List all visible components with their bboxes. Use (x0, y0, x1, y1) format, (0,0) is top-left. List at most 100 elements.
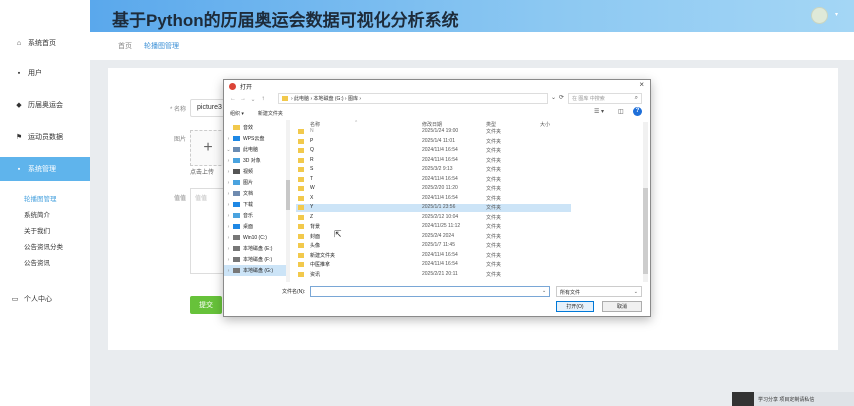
tree-item[interactable]: › 本地磁盘 (G:) (224, 265, 286, 276)
preview-pane-icon[interactable]: ◫ (618, 108, 624, 115)
expand-caret-icon[interactable]: › (224, 224, 233, 230)
column-header-date[interactable]: 修改日期 (422, 121, 442, 128)
tree-item[interactable]: › 3D 对象 (224, 155, 286, 166)
tree-item[interactable]: › 图片 (224, 177, 286, 188)
file-type: 文件夹 (486, 138, 502, 145)
column-header-type[interactable]: 类型 (486, 121, 496, 128)
tree-item-label: 3D 对象 (243, 158, 261, 164)
column-header-name[interactable]: 名称 (310, 121, 320, 128)
expand-caret-icon[interactable]: › (224, 136, 233, 142)
up-icon[interactable]: ↑ (258, 96, 268, 102)
file-row[interactable]: 资讯 2025/2/21 20:11 文件夹 (296, 271, 571, 279)
tree-item[interactable]: 音效 (224, 122, 286, 133)
file-row[interactable]: S 2025/3/2 9:13 文件夹 (296, 166, 571, 174)
tree-item[interactable]: › 本地磁盘 (F:) (224, 254, 286, 265)
file-row[interactable]: 头像 2025/1/7 11:45 文件夹 (296, 242, 571, 250)
recent-dropdown-icon[interactable]: ⌄ (248, 96, 258, 103)
cancel-button[interactable]: 取消 (602, 301, 642, 312)
drive-folder-icon (233, 191, 240, 196)
upload-hint: 点击上传 (190, 170, 215, 176)
expand-caret-icon[interactable]: › (224, 213, 233, 219)
expand-caret-icon[interactable]: › (224, 191, 233, 197)
tree-item-label: 图片 (243, 180, 254, 186)
tree-item[interactable]: › 视频 (224, 166, 286, 177)
sidebar-subitem-intro[interactable]: 系统简介 (0, 206, 90, 222)
file-date: 2024/11/25 11:12 (422, 223, 461, 229)
file-row[interactable]: T 2024/11/4 16:54 文件夹 (296, 176, 571, 184)
expand-caret-icon[interactable]: › (224, 158, 233, 164)
file-list-scrollbar-thumb[interactable] (643, 188, 648, 274)
caret-down-icon[interactable]: ▾ (835, 11, 838, 18)
tree-item[interactable]: › 文档 (224, 188, 286, 199)
forward-icon[interactable]: → (238, 96, 248, 102)
sidebar-subitem-about[interactable]: 关于我们 (0, 222, 90, 238)
sidebar-item-olympics[interactable]: ◆ 历届奥运会 (0, 94, 90, 116)
file-row[interactable]: N 2025/1/24 19:00 文件夹 (296, 128, 571, 136)
open-button[interactable]: 打开(O) (556, 301, 594, 312)
filetype-select[interactable]: 所有文件 ⌄ (556, 286, 642, 297)
new-folder-button[interactable]: 新建文件夹 (258, 110, 283, 117)
file-date: 2024/11/4 16:54 (422, 194, 458, 201)
help-icon[interactable]: ? (633, 107, 642, 116)
expand-caret-icon[interactable]: › (224, 246, 233, 252)
expand-caret-icon[interactable]: › (224, 257, 233, 263)
tree-item[interactable]: › Win10 (C:) (224, 232, 286, 243)
sidebar-item-users[interactable]: ▪ 用户 (0, 62, 90, 84)
drive-folder-icon (233, 125, 240, 130)
search-input[interactable]: 在 图库 中搜索 ⌕ (568, 93, 642, 104)
file-date: 2024/11/4 16:54 (422, 147, 458, 153)
expand-caret-icon[interactable]: › (224, 180, 233, 186)
close-icon[interactable]: × (639, 80, 644, 89)
tree-item[interactable]: › 本地磁盘 (E:) (224, 243, 286, 254)
folder-icon (298, 224, 304, 229)
submit-button[interactable]: 提交 (190, 296, 222, 314)
sidebar-subitem-news[interactable]: 公告资讯 (0, 254, 90, 270)
address-bar[interactable]: › 此电脑 › 本地磁盘 (G:) › 图库 › (278, 93, 548, 104)
expand-caret-icon[interactable]: › (224, 202, 233, 208)
tree-item[interactable]: ⌄ 此电脑 (224, 144, 286, 155)
tree-item[interactable]: › WPS云盘 (224, 133, 286, 144)
breadcrumb-home[interactable]: 首页 (118, 41, 132, 51)
file-row[interactable]: R 2024/11/4 16:54 文件夹 (296, 157, 571, 165)
expand-caret-icon[interactable]: › (224, 268, 233, 274)
sidebar-item-profile[interactable]: ▭ 个人中心 (0, 288, 90, 310)
file-name: 头像 (310, 243, 321, 249)
address-dropdown-icon[interactable]: ⌄ (551, 94, 556, 101)
file-row[interactable]: P 2025/1/4 11:01 文件夹 (296, 138, 571, 146)
filename-input[interactable] (310, 286, 550, 297)
tree-item[interactable]: › 桌面 (224, 221, 286, 232)
sidebar-item-athletes[interactable]: ⚑ 运动员数据 (0, 126, 90, 148)
file-name: R (310, 156, 314, 163)
file-row[interactable]: Y 2025/1/1 23:56 文件夹 (296, 204, 571, 212)
drive-folder-icon (233, 246, 240, 251)
tree-scrollbar-thumb[interactable] (286, 180, 290, 210)
sidebar-item-system[interactable]: ▪ 系统管理 (0, 157, 90, 181)
organize-button[interactable]: 组织 ▾ (230, 110, 244, 117)
file-type: 文件夹 (486, 224, 502, 230)
file-row[interactable]: X 2024/11/4 16:54 文件夹 (296, 195, 571, 203)
file-name: N (310, 128, 314, 134)
file-row[interactable]: 中医推拿 2024/11/4 16:54 文件夹 (296, 261, 571, 269)
expand-caret-icon[interactable]: › (224, 169, 233, 175)
column-header-size[interactable]: 大小 (540, 121, 550, 128)
sidebar-item-home[interactable]: ⌂ 系统首页 (0, 32, 90, 54)
back-icon[interactable]: ← (228, 96, 238, 102)
sidebar-subitem-carousel[interactable]: 轮播图管理 (0, 190, 90, 206)
upload-image-button[interactable]: + (190, 130, 226, 166)
tree-item[interactable]: › 下载 (224, 199, 286, 210)
file-row[interactable]: Z 2025/2/12 10:04 文件夹 (296, 214, 571, 222)
folder-icon (298, 157, 304, 163)
sidebar-subitem-news-category[interactable]: 公告资讯分类 (0, 238, 90, 254)
file-row[interactable]: Q 2024/11/4 16:54 文件夹 (296, 147, 571, 155)
expand-caret-icon[interactable]: › (224, 235, 233, 241)
filename-dropdown-icon[interactable]: ⌄ (542, 288, 546, 294)
refresh-icon[interactable]: ⟳ (559, 94, 564, 101)
file-row[interactable]: 新建文件夹 2024/11/4 16:54 文件夹 (296, 252, 571, 260)
user-thumbnail (732, 392, 754, 406)
view-options-icon[interactable]: ☰ ▾ (594, 108, 604, 115)
corner-text: 学习分享 项目定制请私信 (758, 396, 815, 403)
expand-caret-icon[interactable]: ⌄ (224, 147, 233, 153)
tree-item[interactable]: › 音乐 (224, 210, 286, 221)
file-row[interactable]: W 2025/2/20 11:20 文件夹 (296, 185, 571, 193)
avatar[interactable] (811, 7, 828, 24)
